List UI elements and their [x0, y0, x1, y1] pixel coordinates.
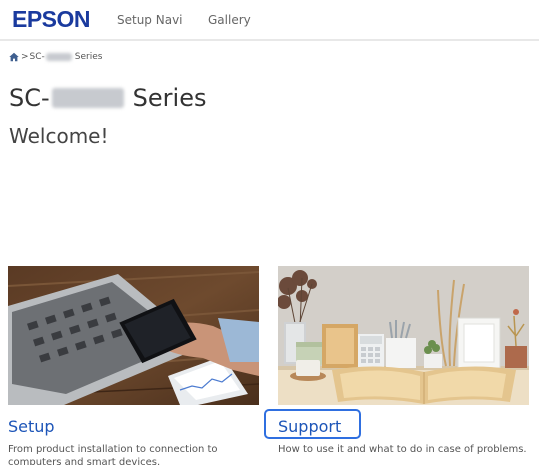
page-title-prefix: SC- [9, 84, 50, 112]
nav-gallery[interactable]: Gallery [208, 13, 251, 27]
page-title: SC- Series [9, 84, 206, 112]
setup-card[interactable]: Setup From product installation to conne… [8, 266, 259, 465]
setup-description: From product installation to connection … [8, 444, 218, 465]
setup-card-image[interactable] [8, 266, 259, 405]
support-description: How to use it and what to do in case of … [278, 444, 527, 455]
support-card-image[interactable] [278, 266, 529, 405]
page-title-model-redacted [51, 88, 124, 108]
breadcrumb-model-redacted [45, 53, 72, 61]
breadcrumb-model-suffix: Series [74, 52, 103, 62]
page: EPSON Setup Navi Gallery > SC- Series SC… [0, 0, 539, 465]
breadcrumb-model-prefix: SC- [29, 52, 45, 62]
support-card[interactable]: Support How to use it and what to do in … [264, 266, 529, 455]
header: EPSON Setup Navi Gallery [0, 0, 539, 41]
home-icon[interactable] [9, 52, 19, 62]
breadcrumb-separator: > [21, 52, 29, 62]
support-link[interactable]: Support [278, 417, 341, 436]
welcome-heading: Welcome! [9, 124, 109, 148]
epson-logo[interactable]: EPSON [12, 6, 91, 33]
page-title-suffix: Series [132, 84, 207, 112]
breadcrumb: > SC- Series [9, 50, 102, 64]
setup-link[interactable]: Setup [8, 417, 55, 436]
nav-setup-navi[interactable]: Setup Navi [117, 13, 183, 27]
